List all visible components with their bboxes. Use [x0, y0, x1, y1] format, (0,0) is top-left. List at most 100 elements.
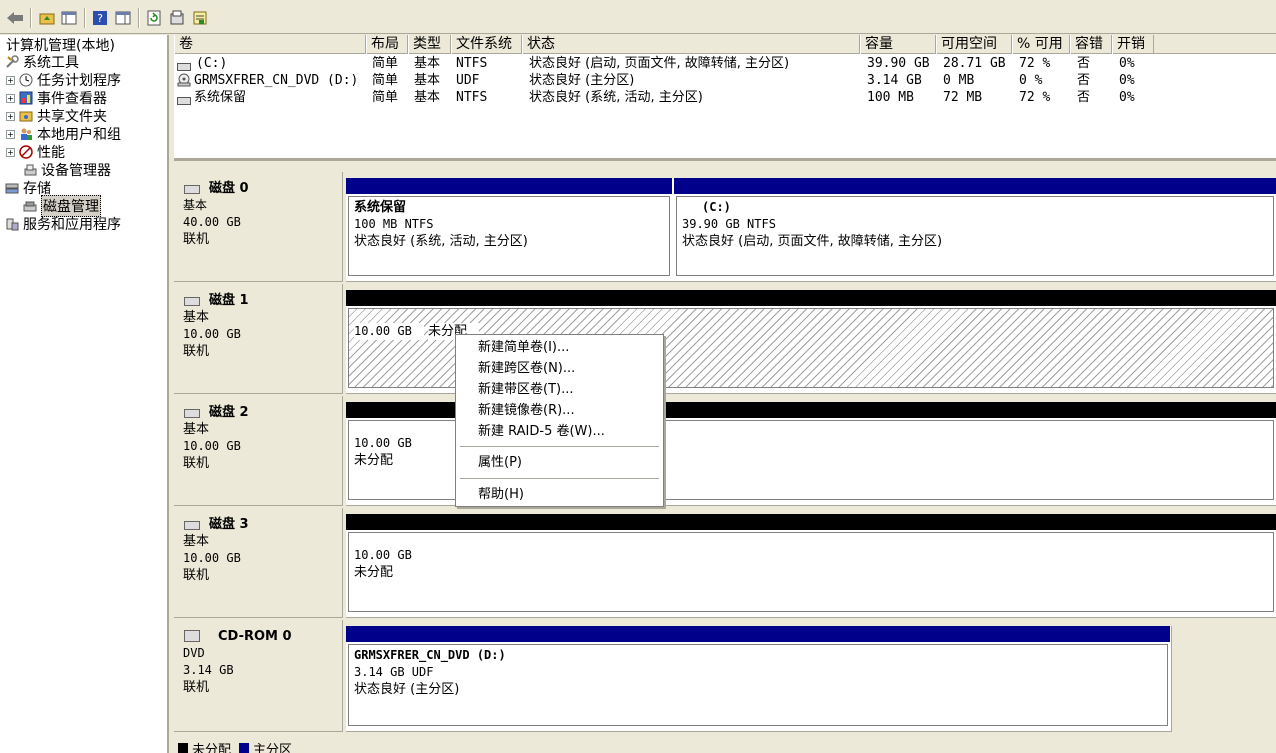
partition-status: 状态良好 (启动, 页面文件, 故障转储, 主分区): [682, 234, 943, 249]
cell-percent-free: 0 %: [1019, 73, 1043, 88]
partition-dvd[interactable]: GRMSXFRER_CN_DVD (D:) 3.14 GB UDF 状态良好 (…: [346, 626, 1170, 728]
disk-icon: [184, 185, 200, 194]
cell-capacity: 100 MB: [867, 90, 914, 105]
cell-percent-free: 72 %: [1019, 90, 1051, 105]
tree-item-event-viewer[interactable]: + 事件查看器: [6, 89, 107, 107]
expand-icon[interactable]: +: [6, 75, 15, 85]
disk-2-label[interactable]: 磁盘 2 基本 10.00 GB 联机: [174, 396, 343, 506]
up-folder-icon[interactable]: [38, 9, 56, 27]
column-header-layout[interactable]: 布局: [366, 35, 408, 54]
menu-separator: [460, 446, 659, 447]
partition-size-fs: 10.00 GB: [354, 323, 424, 340]
partition-title: (C:): [702, 200, 731, 214]
legend-label-primary: 主分区: [253, 742, 293, 753]
expand-icon[interactable]: +: [6, 111, 15, 121]
primary-partition-bar: [346, 178, 672, 194]
menu-item-new-raid5-volume[interactable]: 新建 RAID-5 卷(W)...: [478, 422, 605, 442]
partition-body: GRMSXFRER_CN_DVD (D:) 3.14 GB UDF 状态良好 (…: [348, 644, 1168, 726]
cell-status: 状态良好 (启动, 页面文件, 故障转储, 主分区): [529, 56, 790, 71]
table-row[interactable]: GRMSXFRER_CN_DVD (D:) 简单 基本 UDF 状态良好 (主分…: [174, 72, 1276, 89]
disk-type: DVD: [183, 646, 205, 660]
table-row[interactable]: 系统保留 简单 基本 NTFS 状态良好 (系统, 活动, 主分区) 100 M…: [174, 89, 1276, 106]
tree-item-device-manager[interactable]: 设备管理器: [22, 161, 111, 179]
volume-icon: [177, 93, 191, 110]
tree-item-performance[interactable]: + 性能: [6, 143, 65, 161]
menu-item-new-mirrored-volume[interactable]: 新建镜像卷(R)...: [478, 401, 575, 421]
legend: 未分配 主分区: [176, 742, 292, 753]
tree-item-local-users[interactable]: + 本地用户和组: [6, 125, 121, 143]
cdrom-0-label[interactable]: CD-ROM 0 DVD 3.14 GB 联机: [174, 620, 343, 732]
column-header-percent-free[interactable]: % 可用: [1012, 35, 1070, 54]
menu-item-new-simple-volume[interactable]: 新建简单卷(I)...: [478, 338, 569, 358]
partition-body: 10.00 GB 未分配: [348, 532, 1274, 612]
primary-partition-bar: [346, 626, 1170, 642]
disk-3-label[interactable]: 磁盘 3 基本 10.00 GB 联机: [174, 508, 343, 618]
disk-type: 基本: [183, 422, 210, 437]
toolbar-separator: [138, 8, 140, 28]
back-arrow-icon[interactable]: [6, 9, 24, 27]
partition-system-reserved[interactable]: 系统保留 100 MB NTFS 状态良好 (系统, 活动, 主分区): [346, 178, 672, 278]
export-icon[interactable]: [191, 9, 209, 27]
partition-status: 状态良好 (系统, 活动, 主分区): [354, 234, 528, 249]
disk-state: 联机: [183, 456, 210, 471]
cell-volume: GRMSXFRER_CN_DVD (D:): [194, 73, 359, 88]
disk-map: 磁盘 0 基本 40.00 GB 联机 系统保留 100 MB NTFS 状态良…: [174, 164, 1276, 753]
cell-overhead: 0%: [1119, 90, 1135, 105]
partition-size-fs: 3.14 GB UDF: [354, 665, 434, 679]
expand-icon[interactable]: +: [6, 93, 15, 103]
show-pane-icon[interactable]: [114, 9, 132, 27]
disk-name: CD-ROM 0: [218, 629, 292, 644]
tree-item-shared-folders[interactable]: + 共享文件夹: [6, 107, 107, 125]
toolbar-separator: [30, 8, 32, 28]
column-header-overhead[interactable]: 开销: [1112, 35, 1154, 54]
menu-separator: [460, 478, 659, 479]
tree-item-system-tools[interactable]: 系统工具: [4, 53, 79, 71]
disk-name: 磁盘 0: [209, 181, 249, 196]
cell-capacity: 3.14 GB: [867, 73, 922, 88]
menu-item-new-spanned-volume[interactable]: 新建跨区卷(N)...: [478, 359, 575, 379]
event-viewer-icon: [18, 91, 33, 106]
tree-item-services-apps[interactable]: 服务和应用程序: [4, 215, 121, 233]
svg-text:?: ?: [97, 12, 103, 25]
toolbar-separator: [84, 8, 86, 28]
column-header-filesystem[interactable]: 文件系统: [451, 35, 522, 54]
column-header-type[interactable]: 类型: [408, 35, 451, 54]
disk-icon: [184, 521, 200, 530]
cell-filesystem: UDF: [456, 73, 480, 88]
disk-0-label[interactable]: 磁盘 0 基本 40.00 GB 联机: [174, 172, 343, 282]
disk-3-partitions: 10.00 GB 未分配: [346, 514, 1276, 618]
unallocated-space[interactable]: 10.00 GB 未分配: [346, 514, 1276, 614]
shared-folder-icon: [18, 109, 33, 124]
menu-item-new-striped-volume[interactable]: 新建带区卷(T)...: [478, 380, 573, 400]
partition-c[interactable]: (C:) 39.90 GB NTFS 状态良好 (启动, 页面文件, 故障转储,…: [674, 178, 1276, 278]
column-header-free-space[interactable]: 可用空间: [936, 35, 1012, 54]
cell-filesystem: NTFS: [456, 56, 488, 71]
cell-layout: 简单: [372, 56, 399, 71]
help-icon[interactable]: ?: [91, 9, 109, 27]
storage-icon: [4, 181, 19, 196]
disk-icon: [184, 409, 200, 418]
show-hide-tree-icon[interactable]: [60, 9, 78, 27]
menu-item-properties[interactable]: 属性(P): [478, 453, 522, 473]
column-header-status[interactable]: 状态: [522, 35, 860, 54]
refresh-icon[interactable]: [145, 9, 163, 27]
menu-item-help[interactable]: 帮助(H): [478, 485, 524, 505]
volume-list: 卷 布局 类型 文件系统 状态 容量 可用空间 % 可用 容错 开销 (C:) …: [174, 35, 1276, 161]
cdrom-0-partitions: GRMSXFRER_CN_DVD (D:) 3.14 GB UDF 状态良好 (…: [346, 626, 1172, 732]
disk-size: 3.14 GB: [183, 663, 234, 677]
cell-volume: (C:): [196, 56, 228, 71]
properties-icon[interactable]: [168, 9, 186, 27]
disk-0-partitions: 系统保留 100 MB NTFS 状态良好 (系统, 活动, 主分区) (C:)…: [346, 178, 1276, 282]
tree-item-disk-management[interactable]: 磁盘管理: [22, 195, 101, 217]
column-header-fault-tolerance[interactable]: 容错: [1070, 35, 1112, 54]
disk-1-label[interactable]: 磁盘 1 基本 10.00 GB 联机: [174, 284, 343, 394]
cell-status: 状态良好 (主分区): [529, 73, 635, 88]
expand-icon[interactable]: +: [6, 147, 15, 157]
tree-item-task-scheduler[interactable]: + 任务计划程序: [6, 71, 121, 89]
expand-icon[interactable]: +: [6, 129, 15, 139]
cell-filesystem: NTFS: [456, 90, 488, 105]
table-row[interactable]: (C:) 简单 基本 NTFS 状态良好 (启动, 页面文件, 故障转储, 主分…: [174, 55, 1276, 72]
unallocated-bar: [346, 514, 1276, 530]
column-header-volume[interactable]: 卷: [174, 35, 366, 54]
column-header-capacity[interactable]: 容量: [860, 35, 936, 54]
